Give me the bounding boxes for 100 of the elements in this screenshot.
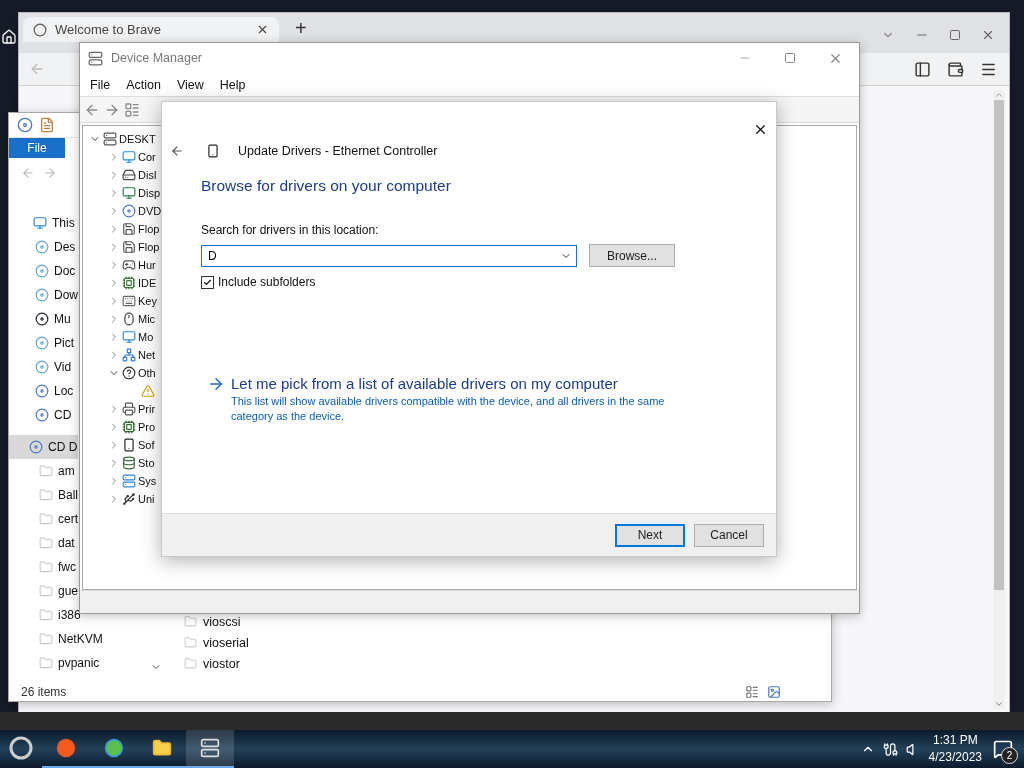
link-description: This list will show available drivers compatible with the device, and all drivers in the same category as the device.: [231, 394, 666, 424]
close-icon[interactable]: [256, 23, 269, 36]
details-view-icon[interactable]: [745, 685, 759, 700]
nav-item[interactable]: pvpanic: [9, 651, 100, 676]
device-icon: [122, 438, 136, 452]
nav-item[interactable]: gue: [9, 579, 79, 604]
nav-item[interactable]: fwc: [9, 555, 76, 580]
nav-item[interactable]: Loc: [9, 379, 74, 404]
monitor-icon: [122, 330, 136, 344]
dialog-title: Update Drivers - Ethernet Controller: [238, 144, 438, 158]
tree-item[interactable]: Prir: [89, 400, 156, 418]
tree-item[interactable]: Key: [89, 292, 157, 310]
nav-item[interactable]: Pict: [9, 331, 74, 356]
tree-item[interactable]: Uni: [89, 490, 155, 508]
unknown-device-icon: [122, 366, 136, 380]
dialog-button[interactable]: Cancel: [694, 523, 764, 547]
display-adapter-icon: [122, 186, 136, 200]
warning-icon: [141, 384, 155, 398]
nav-item[interactable]: Doc: [9, 259, 76, 284]
nav-item[interactable]: Des: [9, 235, 76, 260]
menu-item[interactable]: View: [170, 77, 210, 92]
nav-item[interactable]: Mu: [9, 307, 71, 332]
disc-icon[interactable]: [17, 117, 33, 134]
nav-item[interactable]: This: [9, 211, 75, 236]
tree-item[interactable]: Net: [89, 346, 156, 364]
tree-item[interactable]: IDE: [89, 274, 157, 292]
storage-icon: [122, 456, 136, 470]
pick-driver-link[interactable]: Let me pick from a list of available drivers on my computer: [231, 375, 681, 392]
nav-item[interactable]: CD: [9, 403, 72, 428]
sidebar-icon[interactable]: [914, 60, 931, 78]
close-icon[interactable]: [753, 122, 768, 137]
folder-entry[interactable]: vioserial: [184, 635, 249, 651]
back-icon[interactable]: [170, 144, 184, 158]
browse-button[interactable]: Browse...: [589, 244, 675, 267]
monitor-icon: [122, 150, 136, 164]
new-tab-button[interactable]: +: [291, 17, 311, 39]
checkbox[interactable]: [201, 275, 214, 289]
maximize-icon[interactable]: [784, 52, 796, 64]
menu-item[interactable]: Help: [213, 77, 252, 92]
tree-item[interactable]: DESKT: [89, 130, 156, 148]
properties-icon[interactable]: [39, 117, 55, 134]
view-icon[interactable]: [124, 101, 140, 118]
nav-item[interactable]: am: [9, 459, 75, 484]
tree-item[interactable]: Mic: [89, 310, 156, 328]
thumbnail-view-icon[interactable]: [767, 685, 781, 700]
folder-icon: [39, 488, 53, 503]
device-manager-icon[interactable]: [186, 730, 234, 768]
scroll-down-icon[interactable]: [994, 699, 1004, 709]
computer-icon: [33, 216, 47, 231]
library-icon: [35, 312, 49, 327]
folder-icon: [39, 536, 53, 551]
disc-icon: [35, 408, 49, 423]
tree-item[interactable]: Flop: [89, 220, 160, 238]
library-icon: [35, 264, 49, 279]
tree-item[interactable]: DVD: [89, 202, 162, 220]
tree-item[interactable]: Disp: [89, 184, 160, 202]
network-icon: [122, 348, 136, 362]
scroll-up-icon[interactable]: [994, 90, 1004, 100]
tree-item[interactable]: Mo: [89, 328, 154, 346]
menu-item[interactable]: File: [84, 77, 117, 92]
library-icon: [35, 240, 49, 255]
nav-item[interactable]: Ball: [9, 483, 78, 508]
folder-icon: [39, 512, 53, 527]
floppy-icon: [122, 240, 136, 254]
tree-item[interactable]: Oth: [89, 364, 156, 382]
nav-item[interactable]: cert: [9, 507, 78, 532]
nav-item[interactable]: Vid: [9, 355, 72, 380]
nav-item[interactable]: i386: [9, 603, 81, 628]
folder-entry[interactable]: vioscsi: [184, 614, 241, 630]
browser-tab[interactable]: Welcome to Brave: [23, 17, 279, 42]
tree-item[interactable]: Cor: [89, 148, 156, 166]
nav-item[interactable]: Dow: [9, 283, 78, 308]
folder-icon: [39, 560, 53, 575]
tree-item[interactable]: Hur: [89, 256, 156, 274]
path-field[interactable]: D: [201, 244, 577, 267]
tree-item[interactable]: Flop: [89, 238, 160, 256]
ring-icon: [9, 736, 33, 760]
file-tab[interactable]: File: [9, 138, 65, 158]
home-icon[interactable]: [0, 28, 17, 46]
nav-item[interactable]: CD D: [9, 435, 79, 460]
device-manager-icon: [88, 50, 103, 66]
forward-icon[interactable]: [43, 165, 57, 180]
disc-icon: [35, 384, 49, 399]
folder-entry[interactable]: viostor: [184, 656, 240, 672]
clock[interactable]: 1:31 PM 4/23/2023: [928, 732, 982, 766]
tree-item[interactable]: Pro: [89, 418, 156, 436]
maximize-icon[interactable]: [949, 29, 961, 41]
folder-icon: [39, 632, 53, 647]
scrollbar[interactable]: [993, 90, 1005, 709]
tree-item[interactable]: Sto: [89, 454, 155, 472]
default-button[interactable]: Next: [615, 523, 685, 547]
tree-item[interactable]: Sys: [89, 472, 157, 490]
network-icon[interactable]: [882, 741, 898, 757]
nav-item[interactable]: NetKVM: [9, 627, 103, 652]
nav-item[interactable]: dat: [9, 531, 75, 556]
tree-item[interactable]: Disl: [89, 166, 157, 184]
tree-item[interactable]: Sof: [89, 436, 155, 454]
wallet-icon[interactable]: [947, 60, 964, 78]
menu-item[interactable]: Action: [120, 77, 167, 92]
mouse-icon: [122, 312, 136, 326]
